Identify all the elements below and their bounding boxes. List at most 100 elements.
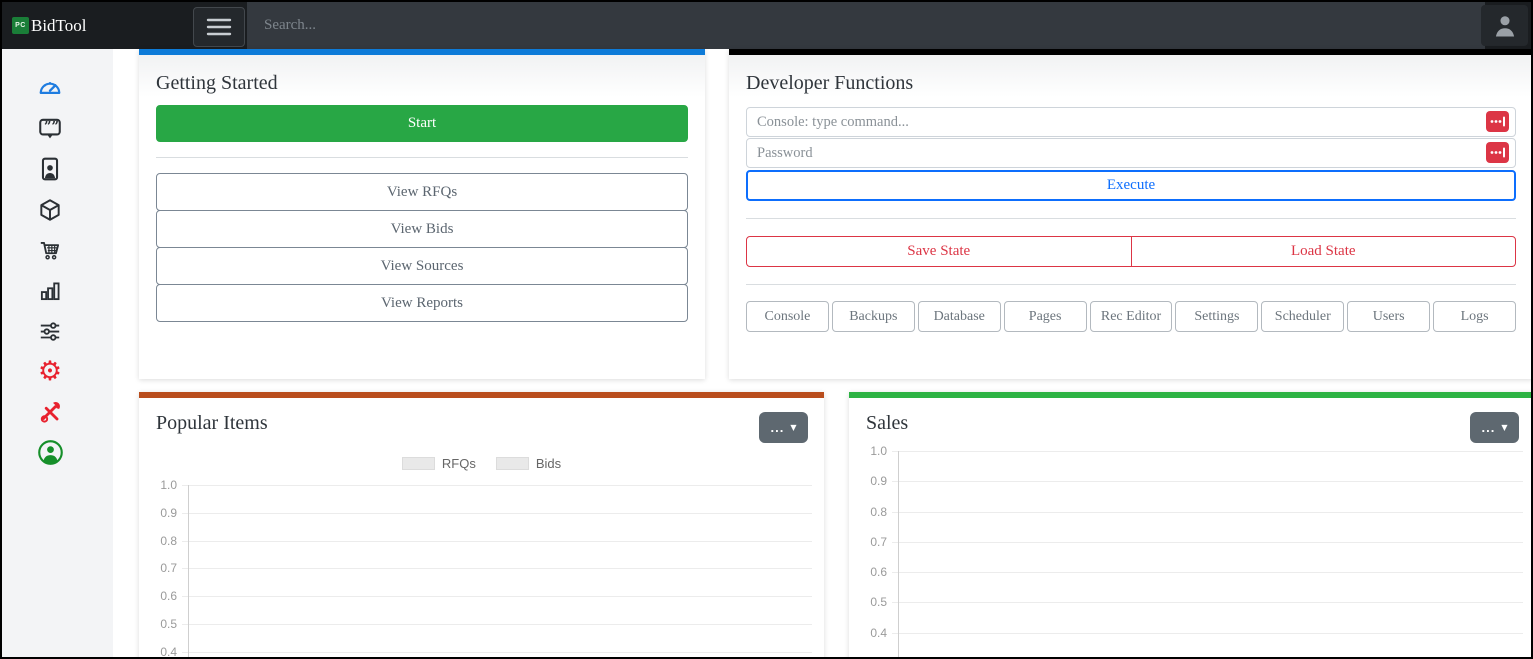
y-axis-tick-label: 0.8 [849,504,887,520]
y-axis-tick-label: 1.0 [849,443,887,459]
sales-title: Sales [866,412,908,435]
gridline [892,512,1523,513]
caret-down-icon: ▼ [1501,423,1507,432]
console-input-row [746,107,1516,137]
card-menu-button[interactable]: ... ▼ [759,412,808,443]
divider [156,157,688,158]
dev-tool-button[interactable]: Logs [1433,301,1516,332]
view-link-button[interactable]: View Sources [156,247,688,285]
search-input[interactable] [247,2,1485,49]
view-link-button[interactable]: View Reports [156,284,688,322]
brand-name: BidTool [31,16,86,36]
start-button[interactable]: Start [156,105,688,142]
y-axis-tick-label: 0.7 [139,560,177,576]
sidebar: ”” [2,49,113,657]
chart-legend: RFQs Bids [139,456,824,471]
getting-started-card: Getting Started Start View RFQsView Bids… [139,49,705,379]
dashboard-gauge-icon [37,75,63,101]
view-link-button[interactable]: View RFQs [156,173,688,211]
chart-grid-row: 0.8 [139,541,824,569]
package-box-icon [37,197,63,223]
dev-tool-button[interactable]: Pages [1004,301,1087,332]
sidebar-item-maintenance[interactable] [2,392,113,433]
chart-grid-row: 0.7 [139,568,824,596]
legend-item[interactable]: RFQs [402,456,476,471]
popular-items-chart: 1.0 0.9 0.8 0.7 0.6 0.5 [139,485,824,659]
chart-grid-row: 0.4 [849,633,1533,659]
sidebar-item-reports[interactable] [2,271,113,312]
account-icon [37,439,64,466]
legend-swatch [496,457,529,470]
dev-tool-button[interactable]: Settings [1175,301,1258,332]
dev-tool-button[interactable]: Database [918,301,1001,332]
execute-button[interactable]: Execute [746,170,1516,201]
console-input[interactable] [746,107,1516,137]
developer-functions-card: Developer Functions [729,49,1533,379]
sidebar-item-products[interactable] [2,190,113,231]
input-cursor-icon [1486,111,1509,132]
brand-logo-icon: PC [12,17,29,34]
legend-item[interactable]: Bids [496,456,561,471]
app-window: PC BidTool [0,0,1533,659]
password-input[interactable] [746,138,1516,168]
chart-grid-row: 0.9 [849,481,1533,511]
brand[interactable]: PC BidTool [12,2,86,49]
sliders-icon [37,318,63,344]
popular-items-title: Popular Items [156,412,268,435]
hamburger-icon [205,17,233,37]
save-state-button[interactable]: Save State [746,236,1132,267]
ellipsis-icon: ... [771,424,785,432]
chart-grid-row: 1.0 [849,451,1533,481]
y-axis-line [898,451,899,659]
y-axis-tick-label: 0.5 [849,594,887,610]
divider [746,284,1516,285]
settings-gear-icon: ⚙ [37,360,63,384]
y-axis-tick-label: 0.9 [849,473,887,489]
sidebar-item-filters[interactable] [2,311,113,352]
dev-tool-button[interactable]: Scheduler [1261,301,1344,332]
user-menu-button[interactable] [1481,5,1528,46]
chart-grid-row: 0.9 [139,513,824,541]
load-state-button[interactable]: Load State [1131,236,1517,267]
repair-tools-icon [37,399,63,425]
password-input-row [746,138,1516,168]
chart-grid-row: 0.4 [139,652,824,659]
developer-functions-title: Developer Functions [746,72,1516,95]
getting-started-title: Getting Started [156,72,688,95]
chart-grid-row: 0.5 [139,624,824,652]
sidebar-item-contacts[interactable] [2,149,113,190]
chart-grid-row: 0.6 [849,572,1533,602]
chat-quote-icon: ”” [37,116,63,142]
sidebar-item-account[interactable] [2,433,113,474]
view-link-button[interactable]: View Bids [156,210,688,248]
state-buttons: Save State Load State [746,236,1516,267]
gridline [892,481,1523,482]
input-cursor-icon [1486,142,1509,163]
chart-grid-row: 0.6 [139,596,824,624]
popular-items-card: Popular Items ... ▼ RFQs Bids 1.0 0.9 [139,392,824,659]
sidebar-item-dashboard[interactable] [2,68,113,109]
legend-swatch [402,457,435,470]
menu-toggle-button[interactable] [193,7,245,47]
dev-tool-button[interactable]: Backups [832,301,915,332]
y-axis-line [188,485,189,659]
dev-tool-button[interactable]: Users [1347,301,1430,332]
sidebar-item-settings[interactable]: ⚙ [2,352,113,393]
gridline [182,485,812,486]
sidebar-item-quotes[interactable]: ”” [2,109,113,150]
caret-down-icon: ▼ [790,423,796,432]
dev-tool-button[interactable]: Rec Editor [1090,301,1173,332]
chart-grid-row: 0.8 [849,512,1533,542]
card-menu-button[interactable]: ... ▼ [1470,412,1519,443]
gridline [182,596,812,597]
sidebar-item-cart[interactable] [2,230,113,271]
gridline [182,624,812,625]
chart-grid-row: 0.7 [849,542,1533,572]
y-axis-tick-label: 0.6 [849,564,887,580]
gridline [182,513,812,514]
divider [746,218,1516,219]
contact-file-icon [37,156,63,182]
ellipsis-icon: ... [1482,424,1496,432]
sales-chart: 1.0 0.9 0.8 0.7 0.6 0.5 [849,451,1533,659]
dev-tool-button[interactable]: Console [746,301,829,332]
